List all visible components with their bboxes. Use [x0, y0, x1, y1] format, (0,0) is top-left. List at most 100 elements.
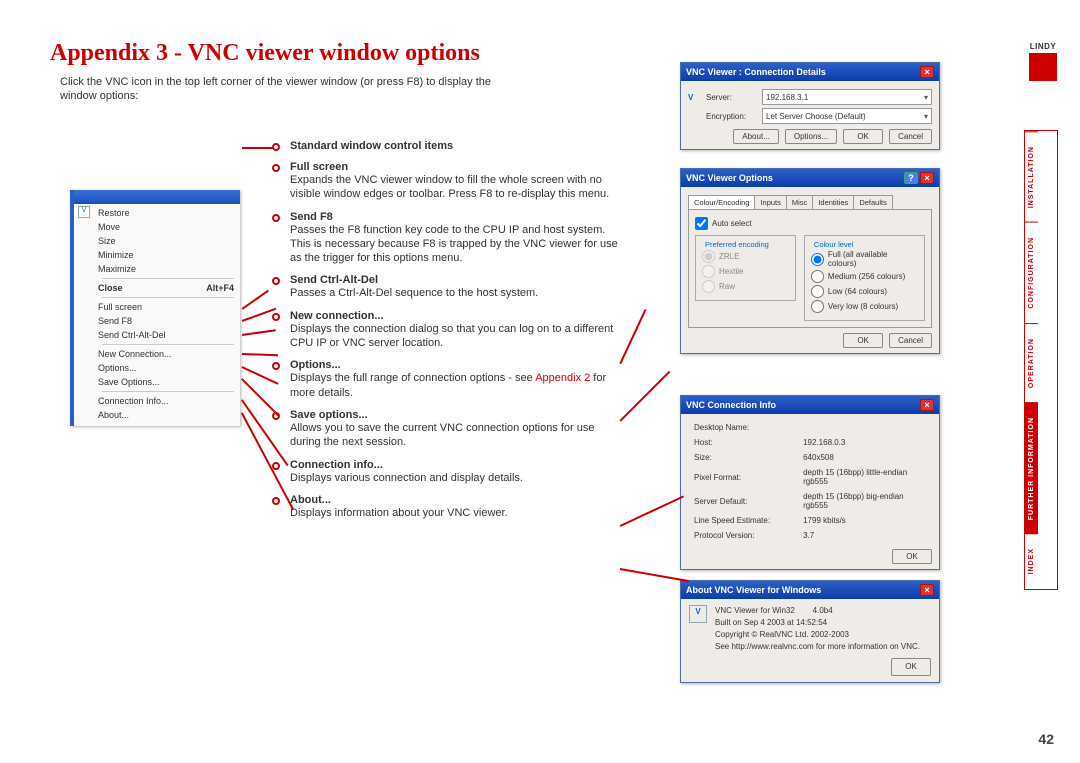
tab-index[interactable]: INDEX: [1025, 534, 1038, 588]
dialog-title: VNC Viewer : Connection Details: [686, 67, 826, 77]
tab-installation[interactable]: INSTALLATION: [1025, 131, 1038, 222]
server-label: Server:: [706, 93, 758, 102]
dialog-title: About VNC Viewer for Windows: [686, 585, 821, 595]
desc-newconn: New connection...Displays the connection…: [280, 310, 620, 351]
vnc-logo-icon: V: [689, 605, 707, 623]
menu-separator: [102, 297, 234, 298]
page-title: Appendix 3 - VNC viewer window options: [50, 40, 480, 67]
cl-verylow-radio[interactable]: [811, 300, 824, 313]
dialog-titlebar: VNC Connection Info ×: [681, 396, 939, 414]
close-icon[interactable]: ×: [920, 399, 934, 411]
table-row: Desktop Name:: [690, 421, 930, 434]
menu-save-options[interactable]: Save Options...: [96, 375, 240, 389]
close-icon[interactable]: ×: [920, 172, 934, 184]
brand-text: LINDY: [1026, 42, 1060, 51]
connection-details-dialog: VNC Viewer : Connection Details × V Serve…: [680, 62, 940, 150]
about-line: Copyright © RealVNC Ltd. 2002-2003: [715, 629, 931, 641]
menu-close[interactable]: CloseAlt+F4: [96, 281, 240, 295]
connector-line: [241, 378, 279, 416]
tab-identities[interactable]: Identities: [812, 195, 854, 209]
desc-sendcad: Send Ctrl-Alt-DelPasses a Ctrl-Alt-Del s…: [280, 274, 620, 300]
connector-line: [619, 309, 646, 364]
brand-logo: LINDY: [1026, 42, 1060, 81]
encryption-select[interactable]: Let Server Choose (Default): [762, 108, 932, 124]
tab-operation[interactable]: OPERATION: [1025, 323, 1038, 402]
menu-options[interactable]: Options...: [96, 361, 240, 375]
ok-button[interactable]: OK: [843, 129, 883, 144]
vnc-logo-icon: V: [688, 93, 702, 102]
ok-button[interactable]: OK: [891, 658, 931, 676]
menu-move[interactable]: Move: [96, 220, 240, 234]
menu-separator: [102, 344, 234, 345]
colour-level-legend: Colour level: [811, 240, 857, 249]
menu-titlebar: [74, 190, 240, 204]
enc-zrle-radio[interactable]: [702, 250, 715, 263]
menu-restore[interactable]: Restore: [96, 206, 240, 220]
tab-configuration[interactable]: CONFIGURATION: [1025, 222, 1038, 323]
about-dialog: About VNC Viewer for Windows × V VNC Vie…: [680, 580, 940, 683]
enc-hextile-radio[interactable]: [702, 265, 715, 278]
table-row: Pixel Format:depth 15 (16bpp) little-end…: [690, 466, 930, 488]
menu-minimize[interactable]: Minimize: [96, 248, 240, 262]
help-icon[interactable]: ?: [904, 172, 918, 184]
tab-misc[interactable]: Misc: [786, 195, 813, 209]
dialog-title: VNC Connection Info: [686, 400, 776, 410]
menu-separator: [102, 278, 234, 279]
descriptions: Standard window control items Full scree…: [280, 140, 620, 529]
dialog-titlebar: VNC Viewer Options ?×: [681, 169, 939, 187]
menu-send-cad[interactable]: Send Ctrl-Alt-Del: [96, 328, 240, 342]
ok-button[interactable]: OK: [843, 333, 883, 348]
connector-line: [242, 329, 276, 335]
table-row: Line Speed Estimate:1799 kbits/s: [690, 514, 930, 527]
tab-inputs[interactable]: Inputs: [754, 195, 786, 209]
tab-defaults[interactable]: Defaults: [853, 195, 893, 209]
server-input[interactable]: 192.168.3.1: [762, 89, 932, 105]
about-line: VNC Viewer for Win32 4.0b4: [715, 605, 931, 617]
bullet-icon: [272, 497, 280, 505]
desc-sendf8: Send F8Passes the F8 function key code t…: [280, 211, 620, 266]
viewer-options-dialog: VNC Viewer Options ?× Colour/Encoding In…: [680, 168, 940, 354]
vnc-context-menu: V Restore Move Size Minimize Maximize Cl…: [70, 190, 240, 426]
cl-medium-radio[interactable]: [811, 270, 824, 283]
bullet-icon: [272, 313, 280, 321]
tab-further-information[interactable]: FURTHER INFORMATION: [1025, 402, 1038, 534]
connector-line: [242, 308, 276, 322]
dialog-titlebar: About VNC Viewer for Windows ×: [681, 581, 939, 599]
desc-options: Options...Displays the full range of con…: [280, 359, 620, 400]
about-button[interactable]: About...: [733, 129, 779, 144]
info-table: Desktop Name: Host:192.168.0.3 Size:640x…: [688, 419, 932, 544]
cl-full-radio[interactable]: [811, 253, 824, 266]
ok-button[interactable]: OK: [892, 549, 932, 564]
menu-fullscreen[interactable]: Full screen: [96, 300, 240, 314]
cancel-button[interactable]: Cancel: [889, 129, 932, 144]
close-icon[interactable]: ×: [920, 66, 934, 78]
menu-connection-info[interactable]: Connection Info...: [96, 394, 240, 408]
menu-maximize[interactable]: Maximize: [96, 262, 240, 276]
dialog-titlebar: VNC Viewer : Connection Details ×: [681, 63, 939, 81]
cancel-button[interactable]: Cancel: [889, 333, 932, 348]
appendix-2-link[interactable]: Appendix 2: [535, 372, 590, 384]
auto-select-checkbox[interactable]: [695, 217, 708, 230]
menu-about[interactable]: About...: [96, 408, 240, 422]
bullet-icon: [272, 362, 280, 370]
connector-line: [619, 371, 670, 422]
menu-send-f8[interactable]: Send F8: [96, 314, 240, 328]
close-icon[interactable]: ×: [920, 584, 934, 596]
options-button[interactable]: Options...: [785, 129, 837, 144]
cl-low-radio[interactable]: [811, 285, 824, 298]
menu-size[interactable]: Size: [96, 234, 240, 248]
enc-raw-radio[interactable]: [702, 280, 715, 293]
desc-standard: Standard window control items: [280, 140, 620, 152]
menu-new-connection[interactable]: New Connection...: [96, 347, 240, 361]
menu-separator: [102, 391, 234, 392]
vnc-icon: V: [78, 206, 90, 218]
connector-line: [242, 147, 274, 149]
bullet-icon: [272, 462, 280, 470]
about-line: See http://www.realvnc.com for more info…: [715, 641, 931, 653]
connection-info-dialog: VNC Connection Info × Desktop Name: Host…: [680, 395, 940, 570]
bullet-icon: [272, 164, 280, 172]
tab-colour-encoding[interactable]: Colour/Encoding: [688, 195, 755, 209]
brand-square-icon: [1029, 53, 1057, 81]
bullet-icon: [272, 214, 280, 222]
intro-text: Click the VNC icon in the top left corne…: [60, 75, 500, 104]
